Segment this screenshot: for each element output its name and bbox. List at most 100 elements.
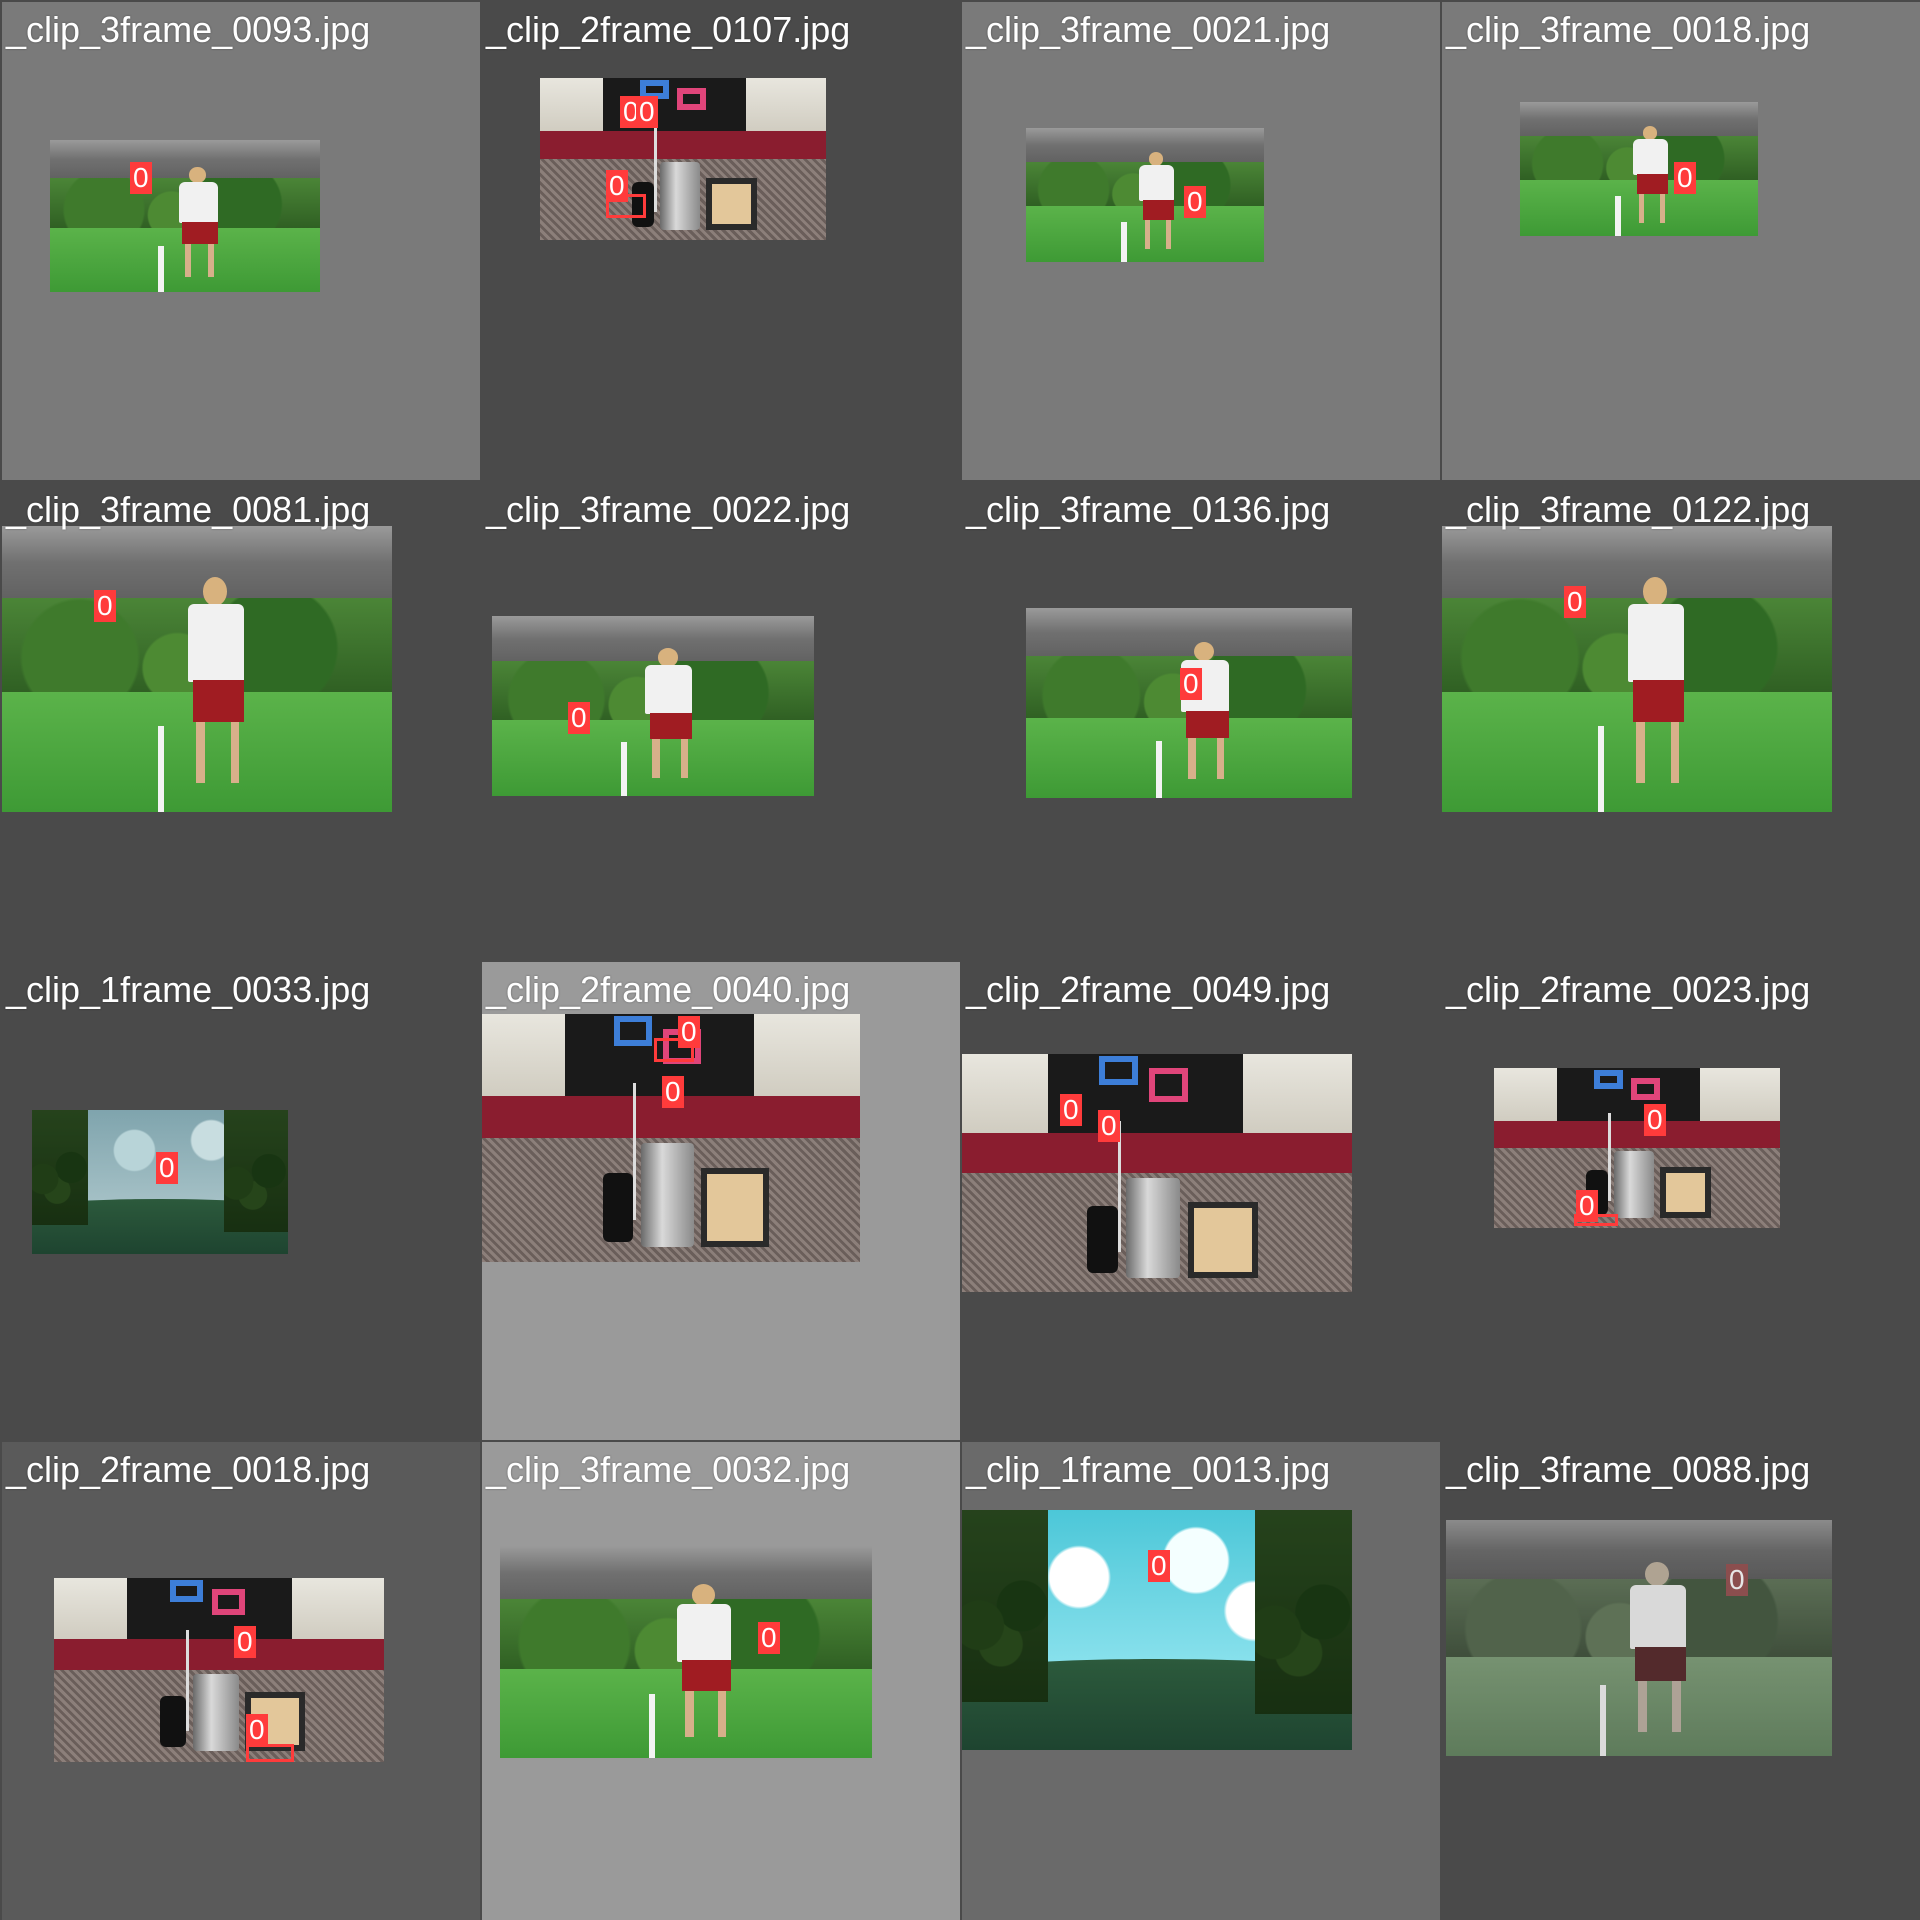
- image-filename: _clip_2frame_0107.jpg: [486, 9, 851, 50]
- player: [637, 648, 708, 778]
- tin-can: [1125, 1177, 1181, 1278]
- pink-target-frame: [677, 87, 706, 111]
- detection-label: 0: [1726, 1564, 1748, 1596]
- detection-label: 0: [1644, 1104, 1666, 1136]
- field-line: [1600, 1685, 1607, 1756]
- flag-pole: [1608, 1112, 1612, 1201]
- blue-target-frame: [1098, 1056, 1138, 1085]
- player-head: [1642, 126, 1658, 140]
- mosaic-cell: 0 _clip_3frame_0088.jpg: [1442, 1442, 1920, 1920]
- mosaic-cell: 0 _clip_3frame_0021.jpg: [962, 2, 1440, 480]
- field-line: [1121, 221, 1128, 262]
- tree-silhouette-right: [1254, 1510, 1352, 1714]
- motor: [1086, 1206, 1118, 1273]
- motor: [159, 1695, 186, 1748]
- detection-label: 0: [606, 170, 628, 202]
- player-shorts: [182, 222, 218, 244]
- mosaic-cell: 0 0 0 _clip_2frame_0107.jpg: [482, 2, 960, 480]
- player-shorts: [1142, 200, 1174, 220]
- player-shirt: [1627, 604, 1685, 683]
- image-filename: _clip_2frame_0023.jpg: [1446, 969, 1811, 1010]
- video-frame: 0: [2, 526, 392, 812]
- detection-label: 0: [1148, 1550, 1170, 1582]
- detection-label: 0: [678, 1016, 700, 1048]
- player-leg: [208, 243, 215, 277]
- image-filename: _clip_3frame_0088.jpg: [1446, 1449, 1811, 1490]
- player-head: [189, 167, 206, 183]
- player-leg: [685, 1691, 694, 1737]
- detection-label: 0: [1060, 1094, 1082, 1126]
- field-line: [620, 742, 627, 796]
- player-head: [658, 648, 678, 667]
- mosaic-cell: 0 _clip_3frame_0022.jpg: [482, 482, 960, 960]
- video-frame: 0: [50, 140, 320, 292]
- player-leg: [680, 739, 688, 778]
- field-line: [158, 246, 164, 292]
- video-frame: 00: [54, 1578, 384, 1762]
- video-frame: 0: [1442, 526, 1832, 812]
- player-head: [1194, 642, 1215, 662]
- video-frame: 0: [1520, 102, 1758, 236]
- detection-label: 0: [130, 162, 152, 194]
- red-carpet: [540, 131, 826, 161]
- video-frame: 00: [1494, 1068, 1780, 1228]
- player-shirt: [187, 604, 245, 683]
- video-frame: 0: [1026, 128, 1264, 262]
- player-shirt: [1633, 138, 1668, 176]
- player-head: [1148, 152, 1164, 166]
- detection-label: 0: [1184, 186, 1206, 218]
- blue-target-frame: [614, 1016, 653, 1046]
- image-filename: _clip_2frame_0018.jpg: [6, 1449, 371, 1490]
- mosaic-cell: 0 0 _clip_2frame_0049.jpg: [962, 962, 1440, 1440]
- detection-label: 0: [568, 702, 590, 734]
- red-carpet: [962, 1132, 1352, 1176]
- flag-pole: [633, 1083, 637, 1220]
- player-leg: [1636, 721, 1645, 784]
- field-line: [648, 1694, 655, 1758]
- detection-box: [246, 1744, 294, 1762]
- video-frame: 0: [1446, 1520, 1832, 1756]
- player-leg: [1638, 193, 1644, 223]
- player-leg: [230, 721, 240, 784]
- flag-pole: [186, 1629, 189, 1731]
- black-curtain: [1556, 1068, 1700, 1124]
- player: [172, 167, 231, 277]
- player: [1618, 577, 1704, 784]
- player: [1173, 642, 1245, 779]
- detection-label: 0: [1098, 1110, 1120, 1142]
- mosaic-cell: 0 _clip_1frame_0013.jpg: [962, 1442, 1440, 1920]
- field-line: [1615, 195, 1622, 236]
- field-line: [1598, 726, 1604, 812]
- player-head: [1643, 577, 1668, 607]
- detection-label: 0: [636, 96, 658, 128]
- tin-can: [1614, 1151, 1655, 1219]
- pink-target-frame: [212, 1589, 246, 1615]
- tin-can: [192, 1673, 239, 1751]
- image-filename: _clip_3frame_0093.jpg: [6, 9, 371, 50]
- player: [1627, 126, 1679, 223]
- player-shorts: [1632, 680, 1685, 722]
- detection-label: 0: [1674, 162, 1696, 194]
- image-filename: _clip_1frame_0033.jpg: [6, 969, 371, 1010]
- tree-silhouette-left: [962, 1510, 1048, 1702]
- blue-target-frame: [1594, 1070, 1623, 1090]
- player-shirt: [1629, 1584, 1686, 1650]
- player-shorts: [1636, 174, 1668, 194]
- tin-can: [640, 1142, 694, 1248]
- player-shorts: [649, 713, 693, 740]
- detection-label: 0: [246, 1714, 268, 1746]
- player-leg: [1217, 737, 1225, 779]
- video-frame: 00: [482, 1014, 860, 1262]
- player-head: [691, 1584, 715, 1606]
- image-filename: _clip_3frame_0081.jpg: [6, 489, 371, 530]
- motor: [602, 1172, 634, 1243]
- detection-label: 0: [1564, 586, 1586, 618]
- player-leg: [196, 721, 205, 784]
- wooden-board: [1188, 1201, 1259, 1278]
- player-shorts: [1634, 1647, 1686, 1682]
- player: [1620, 1562, 1705, 1733]
- player-leg: [1670, 721, 1680, 784]
- video-frame: 0: [500, 1546, 872, 1758]
- player-leg: [1188, 737, 1196, 779]
- flag-pole: [654, 123, 658, 213]
